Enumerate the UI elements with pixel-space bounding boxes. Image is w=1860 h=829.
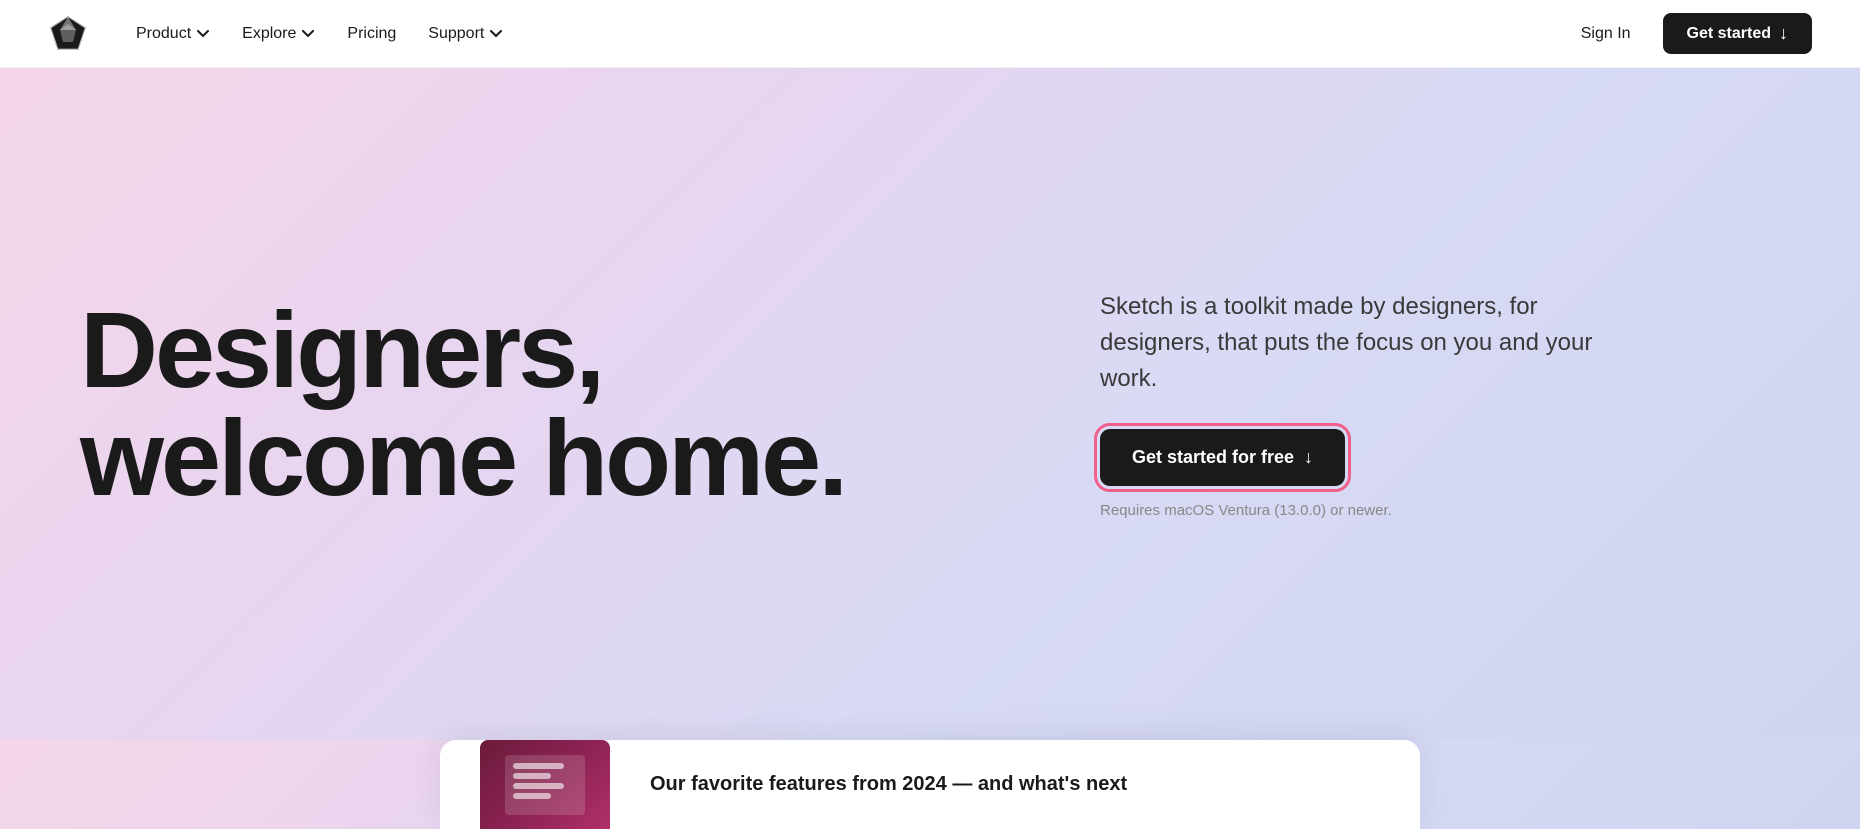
- hero-headline: Designers, welcome home.: [80, 296, 1040, 512]
- nav-item-explore[interactable]: Explore: [230, 17, 327, 51]
- bottom-section: Our favorite features from 2024 — and wh…: [0, 740, 1860, 829]
- hero-right: Sketch is a toolkit made by designers, f…: [1100, 289, 1780, 519]
- navbar-right: Sign In Get started ↓: [1565, 13, 1812, 54]
- hero-requirement-text: Requires macOS Ventura (13.0.0) or newer…: [1100, 502, 1780, 519]
- feature-card-thumbnail: [480, 740, 610, 829]
- thumbnail-mockup: [505, 755, 585, 815]
- download-icon: ↓: [1779, 23, 1788, 44]
- nav-item-product[interactable]: Product: [124, 17, 222, 51]
- logo[interactable]: [48, 14, 88, 54]
- feature-card[interactable]: Our favorite features from 2024 — and wh…: [440, 740, 1420, 829]
- mockup-line: [513, 773, 551, 779]
- nav-explore-label: Explore: [242, 25, 296, 43]
- download-icon: ↓: [1304, 447, 1313, 468]
- navbar-left: Product Explore Pricing Supp: [48, 14, 515, 54]
- hero-section: Designers, welcome home. Sketch is a too…: [0, 68, 1860, 740]
- navbar: Product Explore Pricing Supp: [0, 0, 1860, 68]
- chevron-down-icon: [196, 27, 210, 41]
- feature-card-label: Our favorite features from 2024 — and wh…: [650, 773, 1127, 796]
- nav-pricing-label: Pricing: [347, 25, 396, 43]
- mockup-line: [513, 783, 564, 789]
- hero-cta-label: Get started for free: [1132, 447, 1294, 468]
- chevron-down-icon: [489, 27, 503, 41]
- nav-items: Product Explore Pricing Supp: [124, 17, 515, 51]
- mockup-line: [513, 763, 564, 769]
- nav-support-label: Support: [428, 25, 484, 43]
- chevron-down-icon: [301, 27, 315, 41]
- nav-item-pricing[interactable]: Pricing: [335, 17, 408, 51]
- mockup-line: [513, 793, 551, 799]
- nav-item-support[interactable]: Support: [416, 17, 515, 51]
- nav-product-label: Product: [136, 25, 191, 43]
- get-started-label: Get started: [1687, 25, 1771, 43]
- thumbnail-inner: [480, 740, 610, 829]
- hero-description: Sketch is a toolkit made by designers, f…: [1100, 289, 1620, 397]
- hero-left: Designers, welcome home.: [80, 296, 1100, 512]
- get-started-button[interactable]: Get started ↓: [1663, 13, 1812, 54]
- hero-cta-button[interactable]: Get started for free ↓: [1100, 429, 1345, 486]
- sign-in-button[interactable]: Sign In: [1565, 17, 1647, 51]
